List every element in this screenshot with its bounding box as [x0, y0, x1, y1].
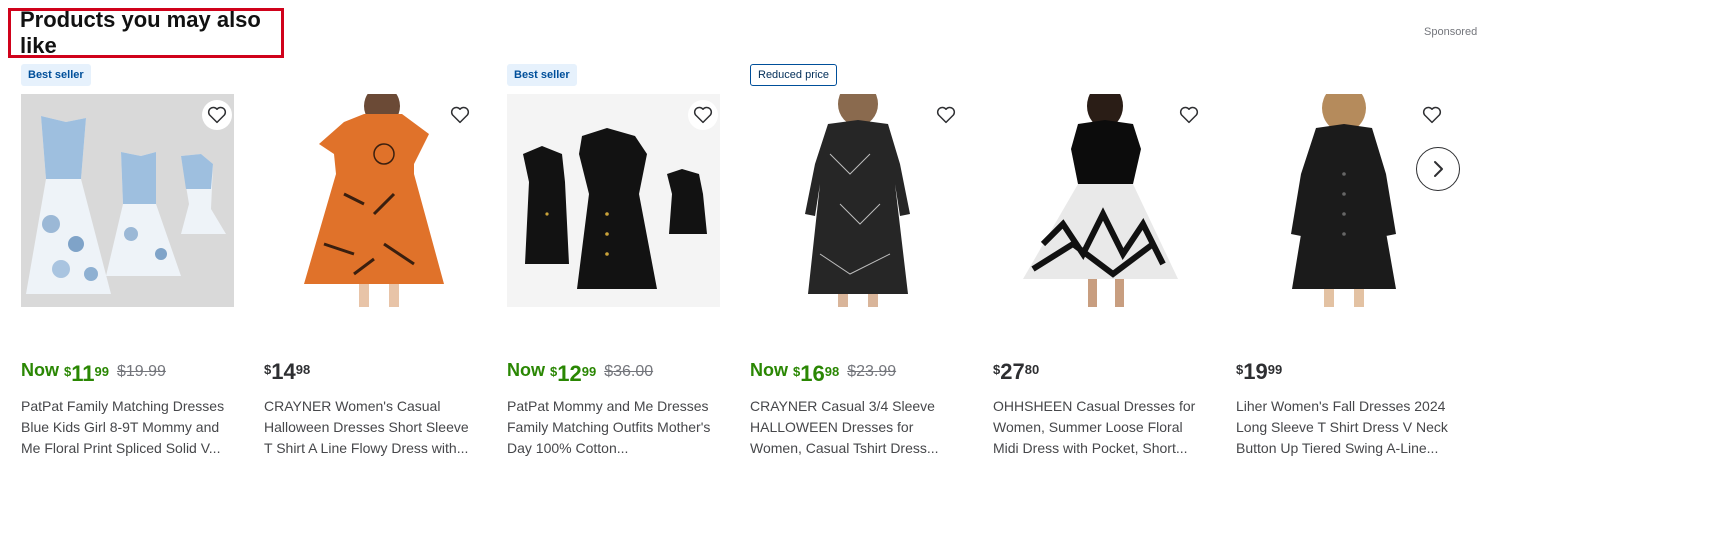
favorite-button[interactable]	[1174, 100, 1204, 130]
chevron-right-icon	[1434, 161, 1443, 177]
product-image[interactable]	[1236, 94, 1449, 307]
product-card[interactable]: Best seller Now $ 12 99 $36.00 PatPat Mo…	[507, 64, 721, 504]
favorite-button[interactable]	[445, 100, 475, 130]
price-dollars: 16	[800, 361, 825, 386]
heart-outline-icon	[450, 106, 470, 124]
now-label: Now	[750, 360, 788, 380]
current-price: $ 14 98	[264, 360, 310, 384]
price: Now $ 12 99 $36.00	[507, 360, 653, 386]
sponsored-label: Sponsored	[1424, 26, 1478, 38]
product-card[interactable]: $ 27 80 OHHSHEEN Casual Dresses for Wome…	[993, 64, 1207, 504]
currency-symbol: $	[550, 364, 558, 379]
currency-symbol: $	[64, 364, 72, 379]
heart-outline-icon	[693, 106, 713, 124]
product-title[interactable]: OHHSHEEN Casual Dresses for Women, Summe…	[993, 396, 1207, 459]
product-image[interactable]	[993, 94, 1206, 307]
price-cents: 98	[295, 362, 311, 377]
price-dollars: 12	[557, 361, 582, 386]
product-title[interactable]: PatPat Family Matching Dresses Blue Kids…	[21, 396, 235, 459]
price-cents: 80	[1024, 362, 1040, 377]
product-card[interactable]: $ 14 98 CRAYNER Women's Casual Halloween…	[264, 64, 478, 504]
price: Now $ 16 98 $23.99	[750, 360, 896, 386]
price: $ 14 98	[264, 360, 310, 384]
heart-outline-icon	[207, 106, 227, 124]
favorite-button[interactable]	[202, 100, 232, 130]
current-price: $ 16 98	[793, 362, 839, 386]
price-cents: 99	[1267, 362, 1283, 377]
price-dollars: 11	[71, 361, 95, 386]
best-seller-badge: Best seller	[507, 64, 577, 86]
price-dollars: 27	[1000, 359, 1025, 384]
price-cents: 98	[824, 364, 840, 379]
heart-outline-icon	[1179, 106, 1199, 124]
product-title[interactable]: PatPat Mommy and Me Dresses Family Match…	[507, 396, 721, 459]
currency-symbol: $	[793, 364, 801, 379]
currency-symbol: $	[264, 362, 272, 377]
price-cents: 99	[94, 364, 109, 379]
price: Now $ 11 99 $19.99	[21, 360, 166, 386]
product-card[interactable]: $ 19 99 Liher Women's Fall Dresses 2024 …	[1236, 64, 1450, 504]
current-price: $ 12 99	[550, 362, 596, 386]
now-label: Now	[21, 360, 59, 380]
currency-symbol: $	[1236, 362, 1244, 377]
product-title[interactable]: CRAYNER Casual 3/4 Sleeve HALLOWEEN Dres…	[750, 396, 964, 459]
price: $ 19 99	[1236, 360, 1282, 384]
was-price: $36.00	[604, 363, 654, 380]
best-seller-badge: Best seller	[21, 64, 91, 86]
price-dollars: 19	[1243, 359, 1268, 384]
now-label: Now	[507, 360, 545, 380]
product-title[interactable]: Liher Women's Fall Dresses 2024 Long Sle…	[1236, 396, 1450, 459]
currency-symbol: $	[993, 362, 1001, 377]
reduced-price-badge: Reduced price	[750, 64, 837, 86]
current-price: $ 19 99	[1236, 360, 1282, 384]
current-price: $ 27 80	[993, 360, 1039, 384]
current-price: $ 11 99	[64, 362, 109, 386]
favorite-button[interactable]	[1417, 100, 1447, 130]
favorite-button[interactable]	[931, 100, 961, 130]
heart-outline-icon	[936, 106, 956, 124]
product-card[interactable]: Best seller Now $ 11 99 $19.99 PatPat Fa…	[21, 64, 235, 504]
product-image[interactable]	[21, 94, 234, 307]
carousel-next-button[interactable]	[1416, 147, 1460, 191]
product-card[interactable]: Reduced price Now $ 16 98 $23.99 CRAYNER…	[750, 64, 964, 504]
section-title: Products you may also like	[8, 7, 284, 58]
product-title[interactable]: CRAYNER Women's Casual Halloween Dresses…	[264, 396, 478, 459]
price-cents: 99	[581, 364, 597, 379]
price-dollars: 14	[271, 359, 296, 384]
heart-outline-icon	[1422, 106, 1442, 124]
price: $ 27 80	[993, 360, 1039, 384]
product-image[interactable]	[264, 94, 477, 307]
product-image[interactable]	[507, 94, 720, 307]
favorite-button[interactable]	[688, 100, 718, 130]
was-price: $19.99	[116, 363, 166, 380]
was-price: $23.99	[847, 363, 897, 380]
product-image[interactable]	[750, 94, 963, 307]
